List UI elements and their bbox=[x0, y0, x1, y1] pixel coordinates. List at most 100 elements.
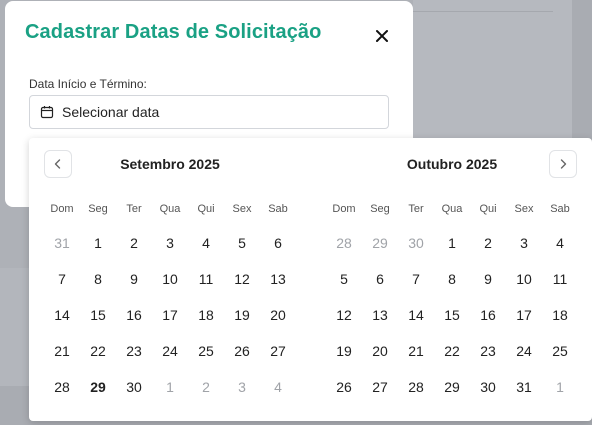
week-row: 26 27 28 29 30 31 1 bbox=[326, 369, 578, 405]
calendar-day[interactable]: 6 bbox=[362, 261, 398, 297]
calendar-day[interactable]: 18 bbox=[542, 297, 578, 333]
week-row: 21 22 23 24 25 26 27 bbox=[44, 333, 296, 369]
calendar-day[interactable]: 14 bbox=[44, 297, 80, 333]
calendar-day[interactable]: 20 bbox=[260, 297, 296, 333]
calendar-day[interactable]: 10 bbox=[506, 261, 542, 297]
calendar-day[interactable]: 5 bbox=[224, 225, 260, 261]
month-grid: Dom Seg Ter Qua Qui Sex Sab 31 1 2 3 4 5 6 7 8 9 10 11 12 13… bbox=[44, 200, 296, 405]
calendar-day[interactable]: 3 bbox=[152, 225, 188, 261]
calendar-day[interactable]: 28 bbox=[44, 369, 80, 405]
weekday-label: Qua bbox=[441, 203, 463, 215]
calendar-popup: Setembro 2025 Outubro 2025 Dom Seg Ter Qua Q… bbox=[29, 138, 592, 421]
calendar-day-outside[interactable]: 31 bbox=[44, 225, 80, 261]
calendar-day[interactable]: 27 bbox=[260, 333, 296, 369]
date-input-placeholder: Selecionar data bbox=[62, 104, 160, 120]
weekday-label: Dom bbox=[332, 203, 356, 215]
week-row: 28 29 30 1 2 3 4 bbox=[44, 369, 296, 405]
calendar-day[interactable]: 13 bbox=[362, 297, 398, 333]
calendar-day-outside[interactable]: 1 bbox=[152, 369, 188, 405]
calendar-day[interactable]: 30 bbox=[116, 369, 152, 405]
calendar-day[interactable]: 12 bbox=[224, 261, 260, 297]
calendar-day-outside[interactable]: 29 bbox=[362, 225, 398, 261]
calendar-day[interactable]: 1 bbox=[434, 225, 470, 261]
weekday-label: Ter bbox=[408, 203, 424, 215]
calendar-day[interactable]: 15 bbox=[80, 297, 116, 333]
close-icon bbox=[376, 30, 388, 42]
calendar-day[interactable]: 30 bbox=[470, 369, 506, 405]
calendar-day-outside[interactable]: 30 bbox=[398, 225, 434, 261]
calendar-day[interactable]: 19 bbox=[224, 297, 260, 333]
month-title: Setembro 2025 bbox=[120, 156, 220, 172]
weekday-header-row: Dom Seg Ter Qua Qui Sex Sab bbox=[44, 200, 296, 218]
weekday-label: Sab bbox=[550, 203, 570, 215]
calendar-day[interactable]: 22 bbox=[80, 333, 116, 369]
calendar-day[interactable]: 3 bbox=[506, 225, 542, 261]
weekday-label: Sex bbox=[232, 203, 252, 215]
calendar-day[interactable]: 25 bbox=[542, 333, 578, 369]
calendar-day[interactable]: 14 bbox=[398, 297, 434, 333]
calendar-day[interactable]: 17 bbox=[506, 297, 542, 333]
calendar-day[interactable]: 8 bbox=[80, 261, 116, 297]
calendar-day[interactable]: 7 bbox=[398, 261, 434, 297]
weekday-label: Qui bbox=[197, 203, 215, 215]
calendar-day[interactable]: 17 bbox=[152, 297, 188, 333]
calendar-day-outside[interactable]: 3 bbox=[224, 369, 260, 405]
calendar-day[interactable]: 24 bbox=[506, 333, 542, 369]
calendar-day[interactable]: 4 bbox=[188, 225, 224, 261]
date-range-input[interactable]: Selecionar data bbox=[29, 95, 389, 129]
weekday-label: Dom bbox=[50, 203, 74, 215]
week-row: 7 8 9 10 11 12 13 bbox=[44, 261, 296, 297]
calendar-day[interactable]: 28 bbox=[398, 369, 434, 405]
month-grid: Dom Seg Ter Qua Qui Sex Sab 28 29 30 1 2 3 4 5 6 7 8 9 10 11… bbox=[326, 200, 578, 405]
calendar-day[interactable]: 16 bbox=[116, 297, 152, 333]
calendar-day-today[interactable]: 29 bbox=[80, 369, 116, 405]
backdrop-strip bbox=[572, 0, 592, 140]
calendar-day[interactable]: 21 bbox=[44, 333, 80, 369]
weekday-label: Sab bbox=[268, 203, 288, 215]
calendar-day[interactable]: 11 bbox=[542, 261, 578, 297]
calendar-icon bbox=[40, 106, 54, 119]
calendar-day[interactable]: 18 bbox=[188, 297, 224, 333]
backdrop-divider bbox=[413, 11, 553, 12]
calendar-day[interactable]: 15 bbox=[434, 297, 470, 333]
calendar-day[interactable]: 29 bbox=[434, 369, 470, 405]
calendar-day[interactable]: 25 bbox=[188, 333, 224, 369]
calendar-day[interactable]: 26 bbox=[326, 369, 362, 405]
calendar-day[interactable]: 2 bbox=[470, 225, 506, 261]
calendar-day-outside[interactable]: 4 bbox=[260, 369, 296, 405]
calendar-day-outside[interactable]: 28 bbox=[326, 225, 362, 261]
calendar-day[interactable]: 10 bbox=[152, 261, 188, 297]
calendar-day[interactable]: 8 bbox=[434, 261, 470, 297]
calendar-day[interactable]: 24 bbox=[152, 333, 188, 369]
calendar-day[interactable]: 16 bbox=[470, 297, 506, 333]
calendar-day-outside[interactable]: 1 bbox=[542, 369, 578, 405]
calendar-day[interactable]: 4 bbox=[542, 225, 578, 261]
week-row: 12 13 14 15 16 17 18 bbox=[326, 297, 578, 333]
calendar-day[interactable]: 20 bbox=[362, 333, 398, 369]
calendar-day[interactable]: 27 bbox=[362, 369, 398, 405]
calendar-day[interactable]: 26 bbox=[224, 333, 260, 369]
close-button[interactable] bbox=[371, 25, 393, 47]
calendar-day[interactable]: 12 bbox=[326, 297, 362, 333]
calendar-day[interactable]: 9 bbox=[470, 261, 506, 297]
calendar-day[interactable]: 22 bbox=[434, 333, 470, 369]
calendar-day[interactable]: 2 bbox=[116, 225, 152, 261]
calendar-day[interactable]: 23 bbox=[116, 333, 152, 369]
calendar-day[interactable]: 6 bbox=[260, 225, 296, 261]
calendar-day[interactable]: 5 bbox=[326, 261, 362, 297]
calendar-day[interactable]: 7 bbox=[44, 261, 80, 297]
calendar-day[interactable]: 11 bbox=[188, 261, 224, 297]
field-label: Data Início e Término: bbox=[29, 77, 147, 91]
calendar-day[interactable]: 1 bbox=[80, 225, 116, 261]
calendar-day[interactable]: 23 bbox=[470, 333, 506, 369]
week-row: 28 29 30 1 2 3 4 bbox=[326, 225, 578, 261]
calendar-day-outside[interactable]: 2 bbox=[188, 369, 224, 405]
weekday-label: Qua bbox=[159, 203, 181, 215]
weekday-header-row: Dom Seg Ter Qua Qui Sex Sab bbox=[326, 200, 578, 218]
calendar-day[interactable]: 9 bbox=[116, 261, 152, 297]
calendar-day[interactable]: 13 bbox=[260, 261, 296, 297]
calendar-day[interactable]: 19 bbox=[326, 333, 362, 369]
calendar-day[interactable]: 31 bbox=[506, 369, 542, 405]
calendar-day[interactable]: 21 bbox=[398, 333, 434, 369]
weekday-label: Qui bbox=[479, 203, 497, 215]
